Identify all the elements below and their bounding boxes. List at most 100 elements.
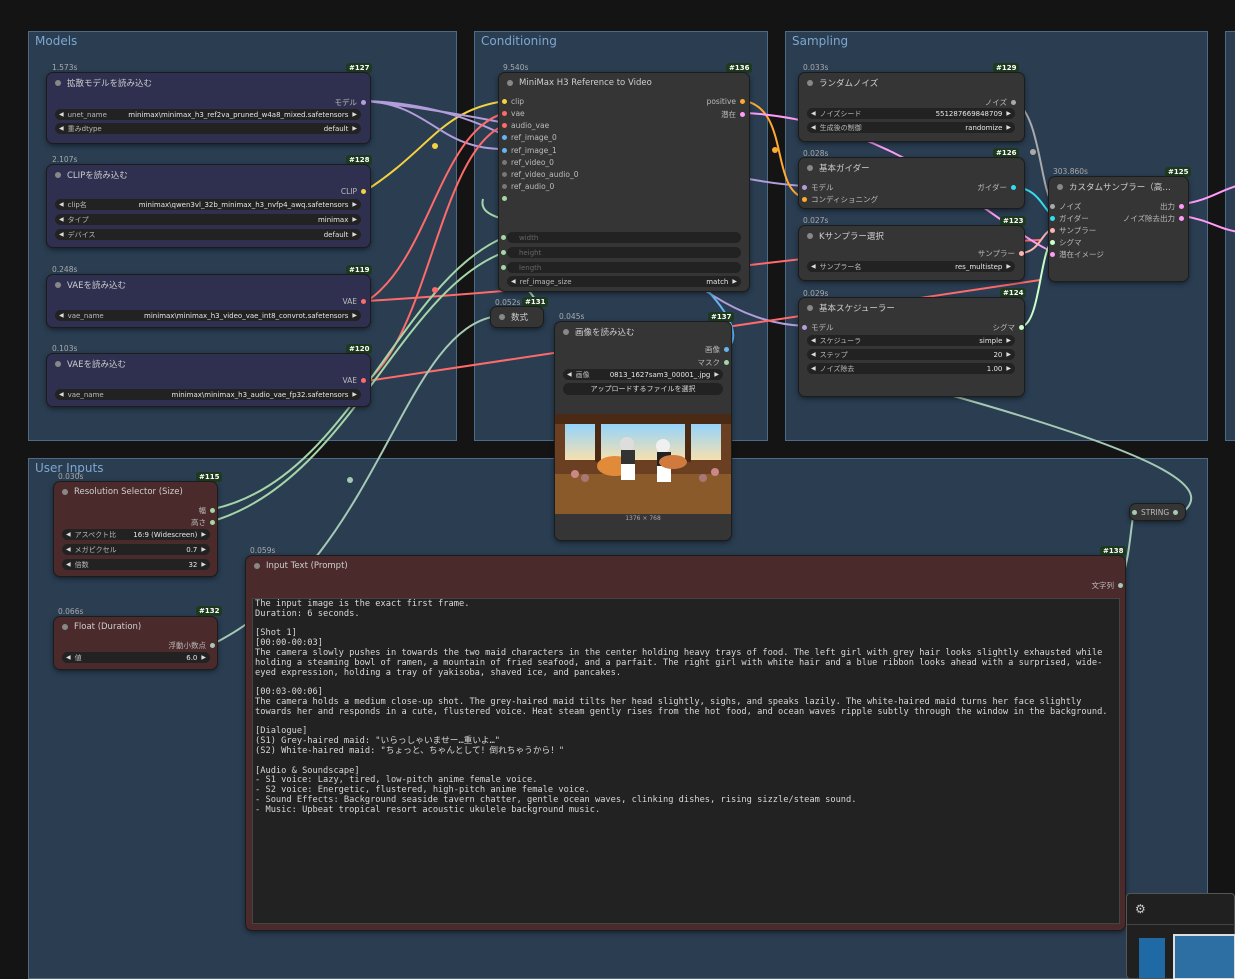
socket-icon[interactable] bbox=[740, 99, 745, 104]
node-custom-sampler-advanced[interactable]: カスタムサンプラー（高… ノイズ ガイダー サンプラー シグマ 潜在イメージ 出… bbox=[1049, 177, 1188, 281]
arrow-right-icon[interactable]: ▶ bbox=[352, 201, 357, 208]
node-load-vae-audio[interactable]: VAEを読み込む VAE ◀ vae_name minimax\minimax_h3… bbox=[47, 354, 370, 406]
socket-icon[interactable] bbox=[502, 111, 507, 116]
minimap-viewport[interactable] bbox=[1173, 934, 1235, 979]
group-partial[interactable] bbox=[1225, 31, 1235, 441]
socket-icon[interactable] bbox=[501, 250, 506, 255]
steps-widget[interactable]: ◀ ステップ 20 ▶ bbox=[807, 349, 1015, 360]
socket-icon[interactable] bbox=[1179, 216, 1184, 221]
minimap-panel[interactable]: ⚙ bbox=[1126, 893, 1235, 979]
socket-icon[interactable] bbox=[1019, 251, 1024, 256]
input-ref-image-1-port[interactable]: ref_image_1 bbox=[502, 146, 557, 155]
arrow-right-icon[interactable]: ▶ bbox=[201, 546, 206, 553]
collapse-dot-icon[interactable] bbox=[55, 361, 61, 367]
arrow-left-icon[interactable]: ◀ bbox=[811, 351, 816, 358]
socket-icon[interactable] bbox=[802, 185, 807, 190]
sampler-name-widget[interactable]: ◀ サンプラー名 res_multistep ▶ bbox=[807, 261, 1015, 272]
input-extra-port[interactable] bbox=[502, 196, 511, 201]
scheduler-widget[interactable]: ◀ スケジューラ simple ▶ bbox=[807, 335, 1015, 346]
socket-icon[interactable] bbox=[501, 235, 506, 240]
unet-name-widget[interactable]: ◀ unet_name minimax\minimax_h3_ref2va_prun… bbox=[55, 109, 361, 120]
socket-icon[interactable] bbox=[361, 100, 366, 105]
input-guider-port[interactable]: ガイダー bbox=[1050, 213, 1089, 224]
arrow-left-icon[interactable]: ◀ bbox=[59, 231, 64, 238]
arrow-right-icon[interactable]: ▶ bbox=[352, 312, 357, 319]
socket-icon[interactable] bbox=[502, 135, 507, 140]
arrow-left-icon[interactable]: ◀ bbox=[66, 546, 71, 553]
node-basic-guider[interactable]: 基本ガイダー モデル コンディショニング ガイダー bbox=[799, 158, 1024, 208]
collapse-dot-icon[interactable] bbox=[499, 314, 505, 320]
socket-icon[interactable] bbox=[1050, 228, 1055, 233]
socket-icon[interactable] bbox=[210, 643, 215, 648]
node-ksampler-select[interactable]: Kサンプラー選択 サンプラー ◀ サンプラー名 res_multistep ▶ bbox=[799, 226, 1024, 280]
socket-icon[interactable] bbox=[502, 123, 507, 128]
input-vae-port[interactable]: vae bbox=[502, 109, 525, 118]
output-clip-port[interactable]: CLIP bbox=[341, 187, 366, 196]
socket-icon[interactable] bbox=[1011, 100, 1016, 105]
denoise-widget[interactable]: ◀ ノイズ除去 1.00 ▶ bbox=[807, 363, 1015, 374]
clip-device-widget[interactable]: ◀ デバイス default ▶ bbox=[55, 229, 361, 240]
socket-icon[interactable] bbox=[210, 508, 215, 513]
arrow-left-icon[interactable]: ◀ bbox=[567, 371, 572, 378]
socket-icon[interactable] bbox=[802, 325, 807, 330]
output-sigmas-port[interactable]: シグマ bbox=[993, 322, 1024, 333]
arrow-left-icon[interactable]: ◀ bbox=[811, 337, 816, 344]
socket-icon[interactable] bbox=[724, 347, 729, 352]
upload-file-button[interactable]: アップロードするファイルを選択 bbox=[563, 383, 723, 395]
arrow-right-icon[interactable]: ▶ bbox=[201, 531, 206, 538]
socket-icon[interactable] bbox=[361, 189, 366, 194]
input-sigmas-port[interactable]: シグマ bbox=[1050, 237, 1082, 248]
arrow-left-icon[interactable]: ◀ bbox=[59, 201, 64, 208]
collapse-dot-icon[interactable] bbox=[55, 282, 61, 288]
node-graph-canvas[interactable]: Models Conditioning Sampling User Inputs bbox=[0, 0, 1235, 979]
output-latent-port[interactable]: 潜在 bbox=[721, 109, 745, 120]
node-load-vae-video[interactable]: VAEを読み込む VAE ◀ vae_name minimax\minimax_h3… bbox=[47, 275, 370, 327]
arrow-right-icon[interactable]: ▶ bbox=[352, 391, 357, 398]
socket-icon[interactable] bbox=[1173, 510, 1179, 515]
collapse-dot-icon[interactable] bbox=[55, 172, 61, 178]
arrow-right-icon[interactable]: ▶ bbox=[1006, 124, 1011, 131]
arrow-left-icon[interactable]: ◀ bbox=[59, 216, 64, 223]
collapse-dot-icon[interactable] bbox=[563, 329, 569, 335]
input-clip-port[interactable]: clip bbox=[502, 97, 524, 106]
output-output-port[interactable]: 出力 bbox=[1160, 201, 1184, 212]
output-model-port[interactable]: モデル bbox=[335, 97, 366, 108]
input-conditioning-port[interactable]: コンディショニング bbox=[802, 194, 878, 205]
node-load-clip[interactable]: CLIPを読み込む CLIP ◀ clip名 minimax\qwen3vl_32b… bbox=[47, 165, 370, 247]
multiple-widget[interactable]: ◀ 倍数 32 ▶ bbox=[62, 559, 210, 570]
output-positive-port[interactable]: positive bbox=[707, 97, 745, 106]
socket-icon[interactable] bbox=[210, 520, 215, 525]
input-model-port[interactable]: モデル bbox=[802, 322, 834, 333]
output-denoised-port[interactable]: ノイズ除去出力 bbox=[1123, 213, 1184, 224]
height-widget[interactable]: height bbox=[501, 247, 741, 258]
socket-icon[interactable] bbox=[502, 172, 507, 177]
output-height-port[interactable]: 高さ bbox=[191, 517, 215, 528]
collapse-dot-icon[interactable] bbox=[807, 305, 813, 311]
input-model-port[interactable]: モデル bbox=[802, 182, 834, 193]
arrow-right-icon[interactable]: ▶ bbox=[352, 111, 357, 118]
socket-icon[interactable] bbox=[361, 378, 366, 383]
output-width-port[interactable]: 幅 bbox=[199, 505, 215, 516]
socket-icon[interactable] bbox=[502, 184, 507, 189]
socket-icon[interactable] bbox=[802, 197, 807, 202]
arrow-right-icon[interactable]: ▶ bbox=[352, 125, 357, 132]
socket-icon[interactable] bbox=[361, 299, 366, 304]
arrow-right-icon[interactable]: ▶ bbox=[352, 216, 357, 223]
input-ref-image-0-port[interactable]: ref_image_0 bbox=[502, 133, 557, 142]
output-guider-port[interactable]: ガイダー bbox=[977, 182, 1016, 193]
input-sampler-port[interactable]: サンプラー bbox=[1050, 225, 1096, 236]
input-string-port[interactable]: STRING bbox=[1132, 508, 1179, 517]
socket-icon[interactable] bbox=[502, 196, 507, 201]
socket-icon[interactable] bbox=[1179, 204, 1184, 209]
arrow-right-icon[interactable]: ▶ bbox=[1006, 263, 1011, 270]
collapse-dot-icon[interactable] bbox=[807, 233, 813, 239]
collapse-dot-icon[interactable] bbox=[807, 165, 813, 171]
node-float-duration[interactable]: Float (Duration) 浮動小数点 ◀ 値 6.0 ▶ bbox=[54, 617, 217, 669]
collapse-dot-icon[interactable] bbox=[254, 563, 260, 569]
node-minimax-reference-to-video[interactable]: MiniMax H3 Reference to Video clip vae a… bbox=[499, 73, 749, 291]
input-latent-image-port[interactable]: 潜在イメージ bbox=[1050, 249, 1104, 260]
input-ref-video-0-port[interactable]: ref_video_0 bbox=[502, 158, 554, 167]
node-basic-scheduler[interactable]: 基本スケジューラー モデル シグマ ◀ スケジューラ simple ▶ ◀ ステップ 20… bbox=[799, 298, 1024, 396]
clip-name-widget[interactable]: ◀ clip名 minimax\qwen3vl_32b_minimax_h3_nvf… bbox=[55, 199, 361, 210]
arrow-left-icon[interactable]: ◀ bbox=[59, 312, 64, 319]
